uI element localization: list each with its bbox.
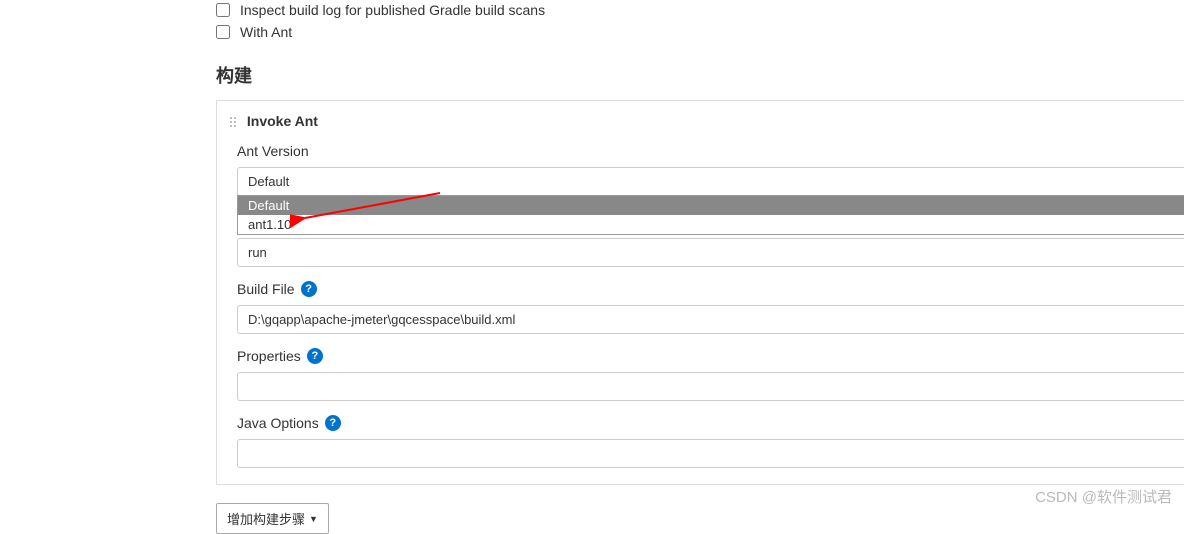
targets-input[interactable] [237,238,1184,267]
invoke-ant-title: Invoke Ant [247,113,318,129]
properties-input[interactable] [237,372,1184,401]
chevron-down-icon: ▼ [309,514,318,524]
help-icon[interactable]: ? [307,348,323,364]
build-file-label: Build File [237,281,295,297]
ant-version-value: Default [248,174,289,189]
ant-version-option-default[interactable]: Default [238,196,1184,215]
ant-version-select[interactable]: Default [237,167,1184,196]
with-ant-label: With Ant [240,24,292,40]
inspect-build-log-label: Inspect build log for published Gradle b… [240,2,545,18]
add-build-step-button[interactable]: 增加构建步骤 ▼ [216,503,329,534]
watermark-text: CSDN @软件测试君 [1035,486,1172,507]
invoke-ant-panel: Invoke Ant Ant Version Default Default a… [216,100,1184,485]
ant-version-dropdown: Default ant1.10 [237,195,1184,235]
help-icon[interactable]: ? [301,281,317,297]
java-options-label: Java Options [237,415,319,431]
ant-version-option-ant110[interactable]: ant1.10 [238,215,1184,234]
build-section-heading: 构建 [216,62,1184,88]
build-file-input[interactable] [237,305,1184,334]
add-build-step-label: 增加构建步骤 [227,509,305,528]
with-ant-checkbox[interactable] [216,25,230,39]
help-icon[interactable]: ? [325,415,341,431]
drag-handle-icon[interactable] [229,116,237,128]
properties-label: Properties [237,348,301,364]
java-options-input[interactable] [237,439,1184,468]
inspect-build-log-checkbox[interactable] [216,3,230,17]
ant-version-label: Ant Version [237,143,309,159]
